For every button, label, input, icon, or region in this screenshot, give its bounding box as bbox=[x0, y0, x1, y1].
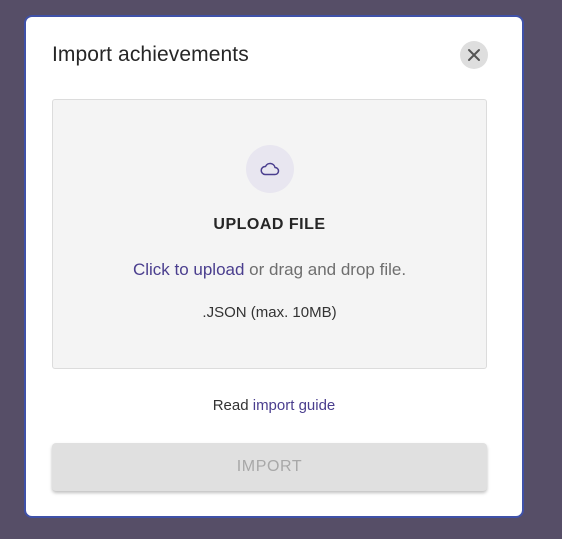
cloud-icon-badge bbox=[246, 145, 294, 193]
import-button[interactable]: IMPORT bbox=[52, 443, 487, 491]
import-guide-link[interactable]: import guide bbox=[253, 397, 336, 414]
drag-drop-text: or drag and drop file. bbox=[244, 260, 407, 279]
import-dialog: Import achievements UPLOAD FILE Click to… bbox=[24, 15, 524, 518]
click-to-upload-link[interactable]: Click to upload bbox=[133, 260, 245, 279]
upload-instructions: Click to upload or drag and drop file. bbox=[53, 260, 486, 280]
dialog-title: Import achievements bbox=[52, 43, 249, 66]
import-guide-line: Read import guide bbox=[26, 397, 522, 414]
cloud-icon bbox=[260, 162, 280, 176]
file-format-note: .JSON (max. 10MB) bbox=[202, 304, 337, 321]
file-dropzone[interactable]: UPLOAD FILE Click to upload or drag and … bbox=[52, 99, 487, 369]
guide-prefix: Read bbox=[212, 397, 253, 414]
close-button[interactable] bbox=[460, 41, 488, 69]
close-icon bbox=[468, 49, 480, 61]
upload-file-title: UPLOAD FILE bbox=[213, 216, 326, 233]
